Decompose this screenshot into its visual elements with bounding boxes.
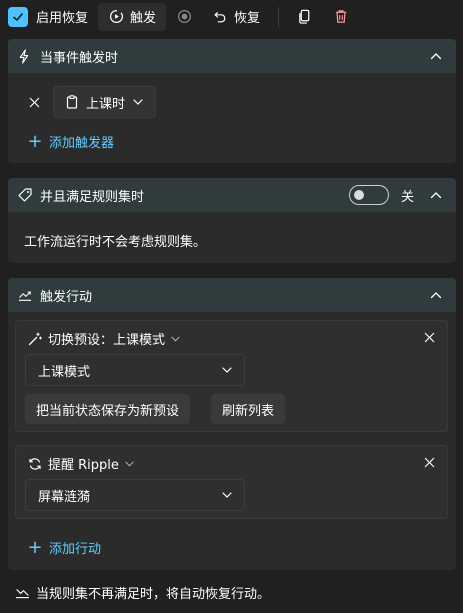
action-card-header[interactable]: 提醒 Ripple	[28, 454, 134, 473]
toolbar: 启用恢复 触发 恢复	[0, 0, 463, 33]
tag-icon	[18, 188, 32, 202]
refresh-list-button[interactable]: 刷新列表	[211, 394, 286, 424]
chevron-up-icon[interactable]	[430, 50, 442, 62]
chevron-up-icon[interactable]	[430, 289, 442, 301]
action-card-preset: 切换预设：上课模式 上课模式 把当前状态保存为新预设 刷新列表	[15, 320, 448, 432]
preset-select[interactable]: 上课模式	[25, 354, 245, 386]
preset-select-value: 上课模式	[38, 364, 91, 380]
add-trigger-link[interactable]: + 添加触发器	[27, 131, 114, 152]
action-panel-title: 触发行动	[40, 289, 93, 305]
ruleset-toggle-label: 关	[400, 189, 414, 205]
plus-icon: +	[27, 537, 43, 558]
ruleset-panel-header[interactable]: 并且满足规则集时 关	[8, 178, 456, 212]
action-panel: 触发行动 切换预设：上课模式 上课模式 把当前状态保存为新预设 刷新列表 提醒 …	[8, 278, 456, 570]
action-icon	[18, 289, 32, 302]
remove-trigger-icon[interactable]	[27, 95, 41, 109]
enable-restore-toggle[interactable]: 启用恢复	[8, 3, 98, 31]
ripple-select[interactable]: 屏幕涟漪	[25, 479, 245, 511]
play-circle-icon	[108, 9, 124, 25]
save-as-new-preset-button[interactable]: 把当前状态保存为新预设	[25, 394, 191, 424]
action-card-ripple: 提醒 Ripple 屏幕涟漪	[15, 445, 448, 519]
checkbox-checked-icon	[8, 6, 28, 27]
copy-icon	[297, 9, 313, 25]
ruleset-toggle[interactable]	[348, 185, 389, 205]
action-panel-header[interactable]: 触发行动	[8, 278, 456, 312]
magic-wand-icon	[28, 331, 42, 346]
trigger-value: 上课时	[86, 96, 126, 112]
stop-circle-icon	[176, 9, 192, 25]
action-title: 切换预设：上课模式	[48, 333, 166, 348]
chevron-down-icon	[222, 492, 232, 498]
restore-button-label: 恢复	[234, 11, 261, 26]
toggle-knob	[353, 190, 364, 200]
chevron-down-icon	[171, 336, 180, 342]
footer-note: 当规则集不再满足时，将自动恢复行动。	[15, 583, 270, 602]
flash-icon	[18, 48, 32, 64]
restore-button[interactable]: 恢复	[202, 3, 270, 31]
trash-icon	[333, 9, 349, 25]
add-action-label: 添加行动	[49, 542, 102, 557]
trigger-panel-header[interactable]: 当事件触发时	[8, 39, 456, 73]
ripple-select-value: 屏幕涟漪	[38, 489, 91, 505]
add-action-link[interactable]: + 添加行动	[27, 537, 101, 558]
add-trigger-label: 添加触发器	[49, 136, 115, 151]
chevron-down-icon	[125, 461, 134, 467]
ruleset-panel-title: 并且满足规则集时	[40, 189, 145, 205]
restore-action-icon	[15, 586, 30, 599]
clipboard-icon	[66, 95, 78, 109]
refresh-icon	[28, 457, 42, 471]
trigger-selector[interactable]: 上课时	[53, 86, 157, 118]
trigger-button[interactable]: 触发	[98, 2, 167, 31]
stop-button[interactable]	[166, 3, 202, 31]
trigger-panel-title: 当事件触发时	[40, 50, 119, 66]
chevron-down-icon	[133, 99, 143, 105]
trigger-panel: 当事件触发时 上课时 + 添加触发器	[8, 39, 456, 163]
ruleset-panel: 并且满足规则集时 关 工作流运行时不会考虑规则集。	[8, 178, 456, 263]
chevron-up-icon[interactable]	[430, 189, 442, 201]
plus-icon: +	[27, 131, 43, 152]
enable-restore-label: 启用恢复	[36, 11, 89, 26]
action-title: 提醒 Ripple	[48, 458, 119, 473]
undo-icon	[212, 9, 228, 25]
delete-button[interactable]	[323, 3, 359, 31]
close-icon[interactable]	[422, 330, 436, 344]
footer-text: 当规则集不再满足时，将自动恢复行动。	[36, 587, 271, 602]
chevron-down-icon	[222, 367, 232, 373]
close-icon[interactable]	[422, 455, 436, 469]
ruleset-description: 工作流运行时不会考虑规则集。	[24, 235, 207, 250]
trigger-button-label: 触发	[130, 11, 157, 26]
toolbar-divider	[278, 6, 280, 27]
action-card-header[interactable]: 切换预设：上课模式	[28, 329, 180, 348]
copy-button[interactable]	[287, 3, 323, 31]
